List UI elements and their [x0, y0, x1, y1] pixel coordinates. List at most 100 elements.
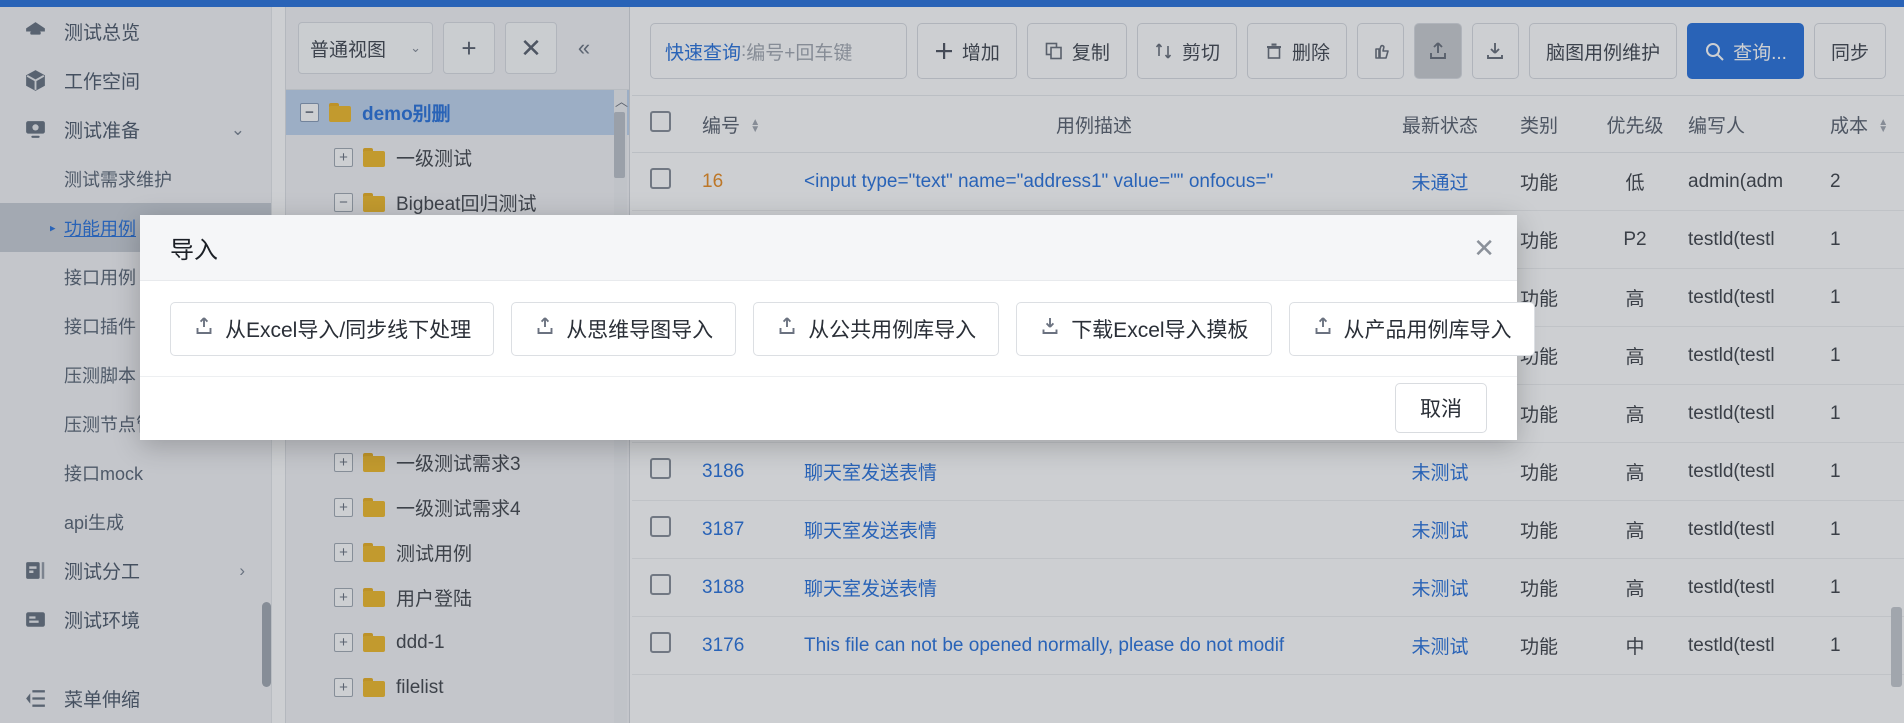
column-header-label: 用例描述: [1055, 115, 1132, 137]
row-status[interactable]: 未测试: [1384, 574, 1496, 601]
tree-scroll-up-icon[interactable]: ︿: [614, 90, 629, 110]
tree-toggle-icon[interactable]: +: [334, 543, 353, 562]
cancel-button[interactable]: 取消: [1395, 383, 1487, 433]
tree-node[interactable]: + 一级测试需求3: [286, 440, 629, 485]
close-icon[interactable]: ✕: [1473, 235, 1495, 261]
import-from-public-library-button[interactable]: 从公共用例库导入: [753, 301, 1000, 356]
row-id[interactable]: 3188: [702, 577, 804, 599]
chevron-right-icon[interactable]: ›: [239, 562, 245, 579]
row-desc[interactable]: 聊天室发送表情: [804, 516, 1384, 543]
query-button[interactable]: 查询...: [1687, 23, 1804, 79]
sidebar-item-workspace[interactable]: 工作空间: [0, 56, 271, 105]
table-row[interactable]: 16 <input type="text" name="address1" va…: [632, 153, 1904, 211]
copy-icon: [1044, 41, 1064, 61]
sort-icon[interactable]: ▲ ▼: [1878, 118, 1888, 135]
tree-toggle-icon[interactable]: −: [334, 193, 353, 212]
tree-node[interactable]: + 一级测试需求4: [286, 485, 629, 530]
import-button[interactable]: [1414, 23, 1462, 79]
row-checkbox[interactable]: [650, 168, 702, 195]
import-from-product-library-button[interactable]: 从产品用例库导入: [1288, 301, 1535, 356]
row-author: testld(testl: [1688, 286, 1775, 308]
export-button[interactable]: [1471, 23, 1520, 79]
tree-node[interactable]: + 测试用例: [286, 530, 629, 575]
sync-button[interactable]: 同步: [1813, 23, 1886, 79]
sidebar-footer: 菜单伸缩: [0, 674, 271, 723]
sidebar-item-test-requirements[interactable]: 测试需求维护: [0, 154, 271, 203]
cut-button[interactable]: 剪切: [1136, 23, 1237, 79]
plus-icon: +: [461, 33, 477, 63]
row-status[interactable]: 未测试: [1384, 516, 1496, 543]
plus-icon: [934, 41, 954, 61]
sidebar-scrollbar[interactable]: [262, 602, 271, 687]
row-desc[interactable]: <input type="text" name="address1" value…: [804, 171, 1384, 193]
select-all-checkbox[interactable]: [650, 110, 702, 138]
cut-icon: [1154, 41, 1174, 61]
view-mode-value: 普通视图: [310, 39, 387, 61]
tree-toggle-icon[interactable]: +: [334, 633, 353, 652]
tree-toggle-icon[interactable]: +: [334, 588, 353, 607]
quick-search-input[interactable]: 快速查询: 编号+回车键: [650, 23, 907, 79]
row-id[interactable]: 3176: [702, 635, 804, 657]
approve-button[interactable]: [1356, 23, 1405, 79]
checkbox-icon: [650, 574, 671, 595]
row-status[interactable]: 未测试: [1384, 458, 1496, 485]
sidebar-item-overview[interactable]: 测试总览: [0, 7, 271, 56]
sidebar-item-test-env[interactable]: 测试环境: [0, 595, 271, 644]
sidebar-item-api-gen[interactable]: api生成: [0, 497, 271, 546]
tree-toggle-icon[interactable]: +: [334, 148, 353, 167]
add-node-button[interactable]: +: [443, 22, 495, 74]
add-button[interactable]: 增加: [916, 23, 1017, 79]
row-desc[interactable]: 聊天室发送表情: [804, 574, 1384, 601]
sidebar-collapse-toggle[interactable]: 菜单伸缩: [0, 674, 271, 723]
column-header-cost[interactable]: 成本 ▲ ▼: [1830, 111, 1904, 138]
row-checkbox[interactable]: [650, 632, 702, 659]
row-status[interactable]: 未通过: [1384, 168, 1496, 195]
tree-node[interactable]: + filelist: [286, 665, 629, 710]
tree-node[interactable]: + 456: [286, 710, 629, 723]
tree-node[interactable]: + 一级测试: [286, 135, 629, 180]
table-row[interactable]: 3187 聊天室发送表情 未测试 功能 高 testld(testl 1: [632, 501, 1904, 559]
table-row[interactable]: 3186 聊天室发送表情 未测试 功能 高 testld(testl 1: [632, 443, 1904, 501]
collapse-tree-button[interactable]: «: [567, 22, 601, 74]
table-row[interactable]: 3188 聊天室发送表情 未测试 功能 高 testld(testl 1: [632, 559, 1904, 617]
sidebar-item-test-prep[interactable]: 测试准备 ⌄: [0, 105, 271, 154]
chevron-down-icon[interactable]: ⌄: [231, 121, 245, 138]
import-from-excel-button[interactable]: 从Excel导入/同步线下处理: [170, 301, 495, 356]
tree-toggle-icon[interactable]: +: [334, 678, 353, 697]
row-checkbox[interactable]: [650, 458, 702, 485]
sidebar-item-label: 测试准备: [64, 121, 141, 142]
upload-icon: [776, 315, 798, 343]
download-excel-template-button[interactable]: 下载Excel导入摸板: [1016, 301, 1272, 356]
sort-icon[interactable]: ▲ ▼: [750, 118, 760, 135]
row-id[interactable]: 3187: [702, 519, 804, 541]
tree-toggle-icon[interactable]: −: [300, 103, 319, 122]
row-status[interactable]: 未测试: [1384, 632, 1496, 659]
row-desc[interactable]: 聊天室发送表情: [804, 458, 1384, 485]
table-row[interactable]: 3176 This file can not be opened normall…: [632, 617, 1904, 675]
tree-toggle-icon[interactable]: +: [334, 498, 353, 517]
import-from-mindmap-button[interactable]: 从思维导图导入: [511, 301, 737, 356]
tree-node[interactable]: + ddd-1: [286, 620, 629, 665]
sidebar-item-interface-mock[interactable]: 接口mock: [0, 448, 271, 497]
dialog-body: 从Excel导入/同步线下处理 从思维导图导入 从公共用例库导入 下载Excel…: [140, 281, 1535, 377]
mindmap-case-maintenance-button[interactable]: 脑图用例维护: [1529, 23, 1678, 79]
row-author: testld(testl: [1688, 576, 1775, 598]
folder-icon: [363, 148, 387, 167]
tree-node[interactable]: − demo别删: [286, 90, 629, 135]
row-id[interactable]: 16: [702, 171, 804, 193]
delete-button[interactable]: 删除: [1246, 23, 1347, 79]
tree-toggle-icon[interactable]: +: [334, 453, 353, 472]
column-header-id[interactable]: 编号 ▲ ▼: [702, 111, 804, 138]
tree-node[interactable]: + 用户登陆: [286, 575, 629, 620]
tree-scrollbar-thumb[interactable]: [614, 112, 625, 178]
row-id[interactable]: 3186: [702, 461, 804, 483]
checkbox-icon: [650, 632, 671, 653]
sidebar-item-test-assignment[interactable]: 测试分工 ›: [0, 546, 271, 595]
delete-node-button[interactable]: ✕: [505, 22, 557, 74]
row-checkbox[interactable]: [650, 516, 702, 543]
copy-button[interactable]: 复制: [1026, 23, 1127, 79]
row-desc[interactable]: This file can not be opened normally, pl…: [804, 635, 1384, 657]
main-scrollbar[interactable]: [1891, 607, 1902, 687]
row-checkbox[interactable]: [650, 574, 702, 601]
view-mode-select[interactable]: 普通视图 ⌄: [298, 22, 433, 74]
